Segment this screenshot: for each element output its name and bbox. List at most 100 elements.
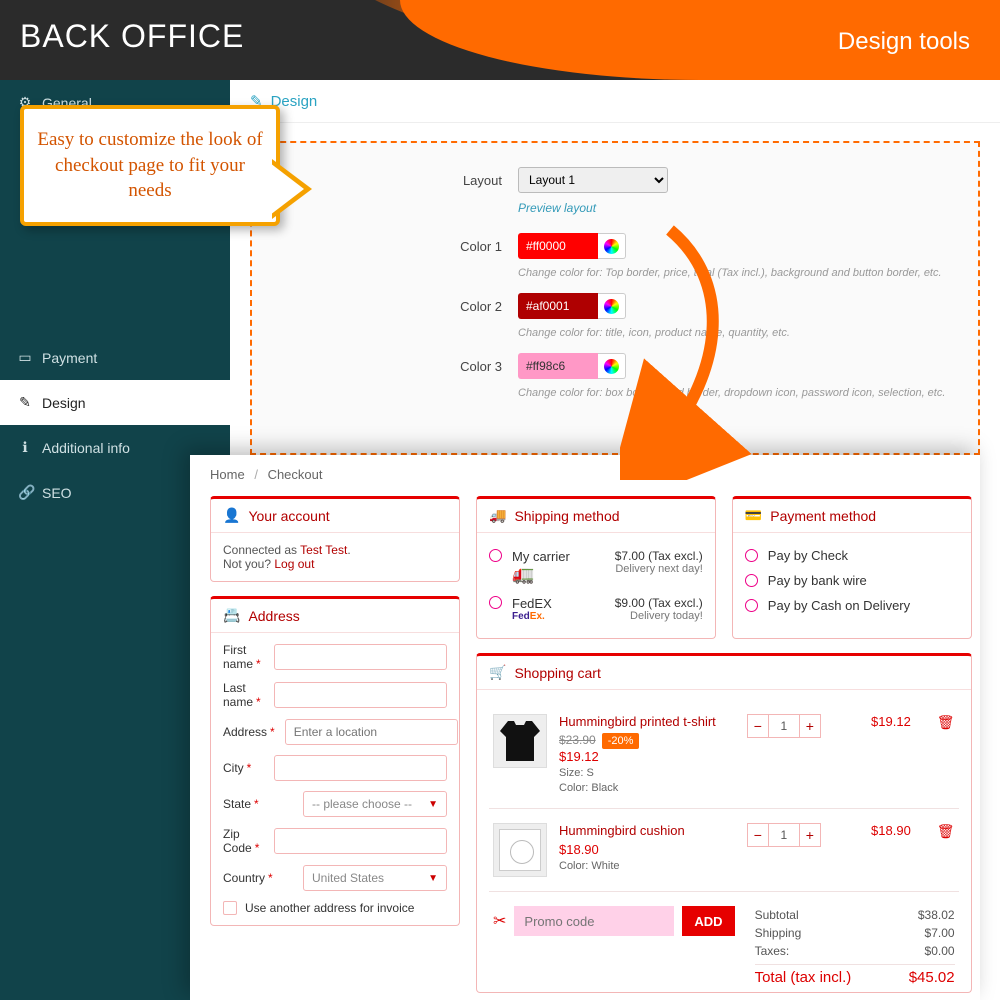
rainbow-icon [604, 299, 619, 314]
color1-picker-button[interactable] [598, 233, 626, 259]
city-input[interactable] [274, 755, 447, 781]
alt-invoice-label: Use another address for invoice [245, 901, 414, 915]
rainbow-icon [604, 239, 619, 254]
radio-icon [489, 596, 502, 609]
preview-layout-link[interactable]: Preview layout [518, 201, 948, 215]
section-title: ✎ Design [230, 80, 1000, 123]
color3-picker-button[interactable] [598, 353, 626, 379]
banner-subtitle: Design tools [838, 28, 970, 56]
sidebar-item-label: Additional info [42, 440, 130, 456]
color2-picker-button[interactable] [598, 293, 626, 319]
remove-item-button[interactable]: 🗑 [937, 714, 955, 731]
color2-help: Change color for: title, icon, product n… [518, 327, 948, 339]
discount-badge: -20% [602, 733, 640, 749]
qty-stepper: − 1 + [747, 823, 821, 847]
address-card: 📇 Address First name* Last name* Address… [210, 596, 460, 926]
payment-option[interactable]: Pay by Cash on Delivery [745, 593, 959, 618]
rainbow-icon [604, 359, 619, 374]
callout-tooltip: Easy to customize the look of checkout p… [20, 105, 280, 226]
chevron-down-icon: ▼ [428, 873, 438, 884]
logout-link[interactable]: Log out [274, 557, 314, 571]
payment-card: 💳 Payment method Pay by Check Pay by bank… [732, 496, 972, 639]
account-title: Your account [248, 508, 329, 524]
product-name[interactable]: Hummingbird printed t-shirt [559, 714, 735, 729]
color3-input[interactable]: #ff98c6 [518, 353, 598, 379]
layout-label: Layout [432, 173, 502, 188]
cart-item: Hummingbird printed t-shirt $23.90-20% $… [489, 700, 959, 809]
cart-title: Shopping cart [514, 665, 600, 681]
qty-plus-button[interactable]: + [799, 714, 821, 738]
connected-as-label: Connected as [223, 543, 300, 557]
product-name[interactable]: Hummingbird cushion [559, 823, 735, 838]
payment-title: Payment method [770, 508, 876, 524]
shipping-option[interactable]: My carrier 🚛 $7.00 (Tax excl.)Delivery n… [489, 543, 703, 590]
qty-value: 1 [769, 714, 799, 738]
payment-option[interactable]: Pay by bank wire [745, 568, 959, 593]
promo-add-button[interactable]: ADD [682, 906, 734, 936]
line-total: $19.12 [851, 714, 911, 729]
promo-input[interactable] [514, 906, 674, 936]
layout-select[interactable]: Layout 1 [518, 167, 668, 193]
product-thumb [493, 823, 547, 877]
address-icon: 📇 [223, 607, 240, 624]
design-settings: Layout Layout 1 Preview layout Color 1 #… [250, 141, 980, 455]
state-select[interactable]: -- please choose --▼ [303, 791, 447, 817]
cart-card: 🛒 Shopping cart Hummingbird printed t-shi… [476, 653, 972, 993]
sidebar-item-label: SEO [42, 485, 72, 501]
lastname-input[interactable] [274, 682, 447, 708]
color1-label: Color 1 [432, 239, 502, 254]
payment-option[interactable]: Pay by Check [745, 543, 959, 568]
scissors-icon: ✂ [493, 911, 506, 931]
info-icon: ℹ [18, 439, 32, 456]
breadcrumb-checkout: Checkout [268, 467, 323, 482]
color2-label: Color 2 [432, 299, 502, 314]
breadcrumb: Home / Checkout [210, 467, 960, 482]
notyou-label: Not you? [223, 557, 274, 571]
shipping-card: 🚚 Shipping method My carrier 🚛 $7.00 (Tax… [476, 496, 716, 639]
account-user: Test Test [300, 543, 347, 557]
radio-icon [489, 549, 502, 562]
brush-icon: ✎ [18, 394, 32, 411]
breadcrumb-home[interactable]: Home [210, 467, 245, 482]
sidebar-item-label: Design [42, 395, 86, 411]
qty-stepper: − 1 + [747, 714, 821, 738]
remove-item-button[interactable]: 🗑 [937, 823, 955, 840]
cart-item: Hummingbird cushion $18.90 Color: White … [489, 809, 959, 892]
link-icon: 🔗 [18, 484, 32, 501]
carrier-icon: 🚛 [512, 564, 540, 584]
color2-input[interactable]: #af0001 [518, 293, 598, 319]
sidebar-item-design[interactable]: ✎ Design [0, 380, 230, 425]
cart-totals: Subtotal$38.02 Shipping$7.00 Taxes:$0.00… [755, 906, 955, 988]
qty-minus-button[interactable]: − [747, 714, 769, 738]
chevron-down-icon: ▼ [428, 799, 438, 810]
qty-plus-button[interactable]: + [799, 823, 821, 847]
cart-icon: 🛒 [489, 664, 506, 681]
radio-icon [745, 599, 758, 612]
account-card: 👤 Your account Connected as Test Test. N… [210, 496, 460, 582]
color3-label: Color 3 [432, 359, 502, 374]
address-title: Address [248, 608, 299, 624]
zip-input[interactable] [274, 828, 447, 854]
fedex-icon: FedEx. [512, 611, 552, 622]
banner: BACK OFFICE Design tools [0, 0, 1000, 80]
qty-minus-button[interactable]: − [747, 823, 769, 847]
radio-icon [745, 549, 758, 562]
country-select[interactable]: United States▼ [303, 865, 447, 891]
card-icon: 💳 [745, 507, 762, 524]
address-input[interactable] [285, 719, 458, 745]
user-icon: 👤 [223, 507, 240, 524]
radio-icon [745, 574, 758, 587]
product-thumb [493, 714, 547, 768]
sidebar-item-payment[interactable]: ▭ Payment [0, 335, 230, 380]
truck-icon: 🚚 [489, 507, 506, 524]
color1-help: Change color for: Top border, price, tot… [518, 267, 948, 279]
color1-input[interactable]: #ff0000 [518, 233, 598, 259]
shipping-option[interactable]: FedEX FedEx. $9.00 (Tax excl.)Delivery t… [489, 590, 703, 628]
alt-invoice-checkbox[interactable] [223, 901, 237, 915]
color3-help: Change color for: box border, field bord… [518, 387, 948, 399]
shipping-title: Shipping method [514, 508, 619, 524]
checkout-preview: Home / Checkout 👤 Your account Connected… [190, 455, 980, 1000]
firstname-input[interactable] [274, 644, 447, 670]
card-icon: ▭ [18, 349, 32, 366]
qty-value: 1 [769, 823, 799, 847]
